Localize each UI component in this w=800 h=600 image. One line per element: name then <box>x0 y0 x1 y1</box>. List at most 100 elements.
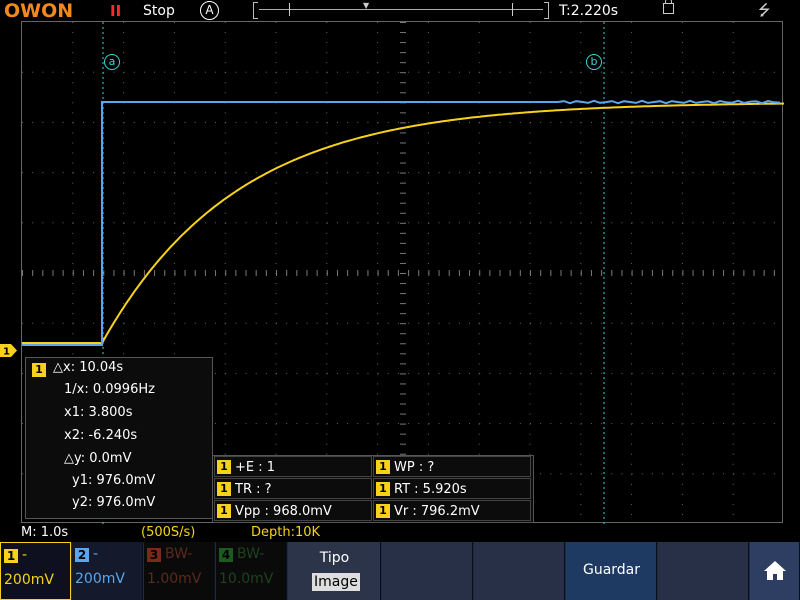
center-tick <box>400 283 406 285</box>
center-tick <box>519 270 521 276</box>
center-tick <box>400 202 406 204</box>
center-tick <box>245 270 247 276</box>
guardar-label: Guardar <box>582 562 641 578</box>
tipo-label: Tipo <box>319 550 350 566</box>
softkey-empty[interactable] <box>382 542 473 600</box>
center-tick <box>400 42 406 44</box>
ch1-level-marker-label: 1 <box>3 347 10 358</box>
run-state[interactable]: Stop <box>143 2 175 20</box>
center-tick <box>93 270 95 276</box>
center-tick <box>469 270 471 276</box>
center-tick <box>641 270 643 276</box>
home-button[interactable] <box>750 542 800 600</box>
center-tick <box>590 270 592 276</box>
ch2-button[interactable]: 2 - 200mV <box>72 542 143 600</box>
center-tick <box>672 270 674 276</box>
memory-bracket-left <box>253 2 258 19</box>
center-tick <box>400 252 406 254</box>
center-tick <box>265 270 267 276</box>
center-tick <box>400 152 406 154</box>
sample-rate: (500S/s) <box>141 525 196 540</box>
home-icon <box>764 561 786 580</box>
auto-measure-cell: 1 Vr : 796.2mV <box>373 500 531 521</box>
center-tick <box>32 270 34 276</box>
auto-measure-cell: 1 WP : ? <box>373 456 531 477</box>
center-tick <box>194 270 196 276</box>
auto-measure-cell: 1 RT : 5.920s <box>373 478 531 499</box>
memory-depth[interactable]: Depth:10K <box>251 524 320 542</box>
softkey-empty[interactable] <box>658 542 749 600</box>
center-tick <box>530 270 531 276</box>
cursor-b-label[interactable]: b <box>586 54 602 70</box>
center-tick <box>400 323 406 325</box>
measure-channel-badge: 1 <box>32 363 46 377</box>
center-tick <box>400 92 406 94</box>
ch2-number: 2 <box>75 548 89 562</box>
ch1-button[interactable]: 1 - 200mV <box>0 542 71 600</box>
center-tick <box>400 82 406 84</box>
center-tick <box>601 270 603 276</box>
center-tick <box>225 270 227 276</box>
center-tick <box>164 270 166 276</box>
center-tick <box>204 270 206 276</box>
cursor-a-label[interactable]: a <box>104 54 120 70</box>
center-tick <box>692 270 694 276</box>
center-tick <box>255 270 257 276</box>
memory-bracket-right <box>544 2 549 19</box>
center-tick <box>387 270 389 276</box>
timebase[interactable]: M: 1.0s <box>21 524 68 542</box>
center-tick <box>377 270 379 276</box>
center-tick <box>400 122 406 124</box>
ch4-number: 4 <box>219 548 233 562</box>
center-tick <box>22 270 23 276</box>
softkey-empty[interactable] <box>474 542 565 600</box>
center-tick <box>400 433 406 435</box>
center-tick <box>400 413 406 415</box>
center-tick <box>733 270 735 276</box>
ch3-button[interactable]: 3 BW- 1.00mV <box>144 542 215 600</box>
center-tick <box>400 343 406 345</box>
center-tick <box>400 313 406 315</box>
center-tick <box>570 270 572 276</box>
ch1-coupling: - <box>22 547 28 563</box>
ch4-button[interactable]: 4 BW- 10.0mV <box>216 542 287 600</box>
center-tick <box>400 403 406 405</box>
center-tick <box>400 242 406 244</box>
center-tick <box>400 212 406 214</box>
auto-measure-value: RT : 5.920s <box>394 482 467 497</box>
center-tick <box>702 270 704 276</box>
trigger-time[interactable]: T:2.220s <box>559 2 618 20</box>
owon-logo: OWON <box>4 0 74 22</box>
ch3-scale: 1.00mV <box>147 571 202 587</box>
center-tick <box>723 270 725 276</box>
auto-measure-panel: 1 +E : 1 1 WP : ? 1 TR : ? 1 RT : 5.920s 1 Vp… <box>212 455 534 523</box>
trigger-position-icon: ▼ <box>363 1 370 10</box>
center-tick <box>400 373 406 375</box>
guardar-softkey[interactable]: Guardar <box>566 542 657 600</box>
center-tick <box>458 270 460 276</box>
tipo-softkey[interactable]: Tipo Image <box>288 542 381 600</box>
ch1-level-marker[interactable]: 1 <box>0 344 17 357</box>
center-tick <box>438 270 440 276</box>
acquire-mode-icon[interactable]: A <box>200 1 219 20</box>
cursor-measure-panel: 1 △x: 10.04s 1/x: 0.0996Hz x1: 3.800s x2… <box>25 357 213 519</box>
center-tick <box>286 270 288 276</box>
center-tick <box>418 270 420 276</box>
center-tick <box>400 72 406 74</box>
center-tick <box>184 270 186 276</box>
ch1-scale: 200mV <box>4 572 54 588</box>
auto-measure-badge: 1 <box>217 482 231 496</box>
delta-x: △x: 10.04s <box>53 360 124 375</box>
center-tick <box>499 270 501 276</box>
center-tick <box>400 142 406 144</box>
ch2-scale: 200mV <box>75 571 125 587</box>
memory-position-bar[interactable]: ▼ <box>253 1 549 19</box>
center-tick <box>400 262 406 264</box>
center-tick <box>400 52 406 54</box>
center-tick <box>763 270 765 276</box>
center-tick <box>82 270 84 276</box>
center-tick <box>42 270 44 276</box>
pause-icon[interactable]: II <box>110 2 121 20</box>
center-tick <box>743 270 745 276</box>
center-tick <box>400 112 406 114</box>
